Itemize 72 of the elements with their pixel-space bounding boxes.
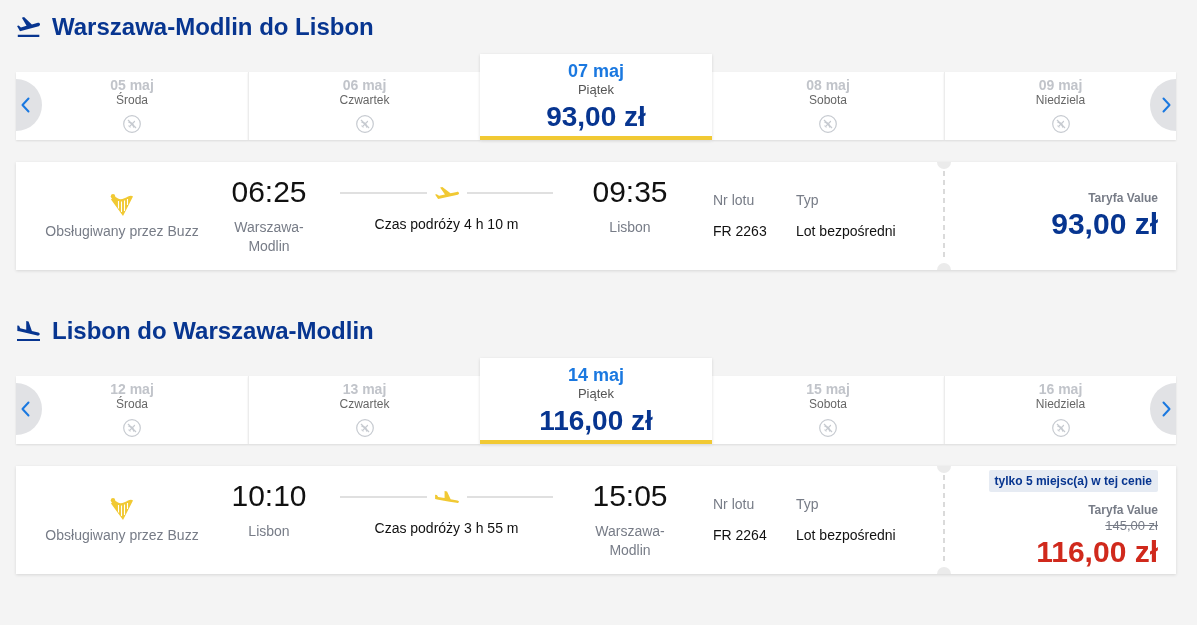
departure-time: 06:25 xyxy=(231,174,307,210)
flight-card[interactable]: Obsługiwany przez Buzz 06:25 Warszawa-Modlin Czas podróży 4 h 10 m 09:35 Lisbon Nr lotu FR 2263 Typ Lot bezpośredni Taryfa Value 93,00 zł xyxy=(16,162,1176,270)
flight-type: Lot bezpośredni xyxy=(796,526,896,545)
no-flight-icon xyxy=(123,115,141,133)
tab-weekday: Niedziela xyxy=(1035,93,1086,107)
no-flight-icon xyxy=(123,419,141,437)
flight-card[interactable]: Obsługiwany przez Buzz 10:10 Lisbon Czas podróży 3 h 55 m 15:05 Warszawa-Modlin Nr lotu FR 2264 Typ Lot bezpośredni tylko 5 miejsc(a) w tej cenie Taryfa Value 145,00 zł 116,00 zł xyxy=(16,466,1176,574)
flight-type: Lot bezpośredni xyxy=(796,222,896,241)
tab-weekday: Środa xyxy=(116,93,148,107)
tab-price: 93,00 zł xyxy=(546,100,646,134)
tab-date: 14 maj xyxy=(567,364,624,386)
harp-icon xyxy=(110,193,134,217)
fare-price: 116,00 zł xyxy=(1036,534,1158,570)
seats-left-badge: tylko 5 miejsc(a) w tej cenie xyxy=(988,470,1158,492)
duration-label: Czas podróży 4 h 10 m xyxy=(373,215,520,234)
chevron-left-icon xyxy=(21,401,30,417)
flight-number: FR 2263 xyxy=(713,222,767,241)
landing-icon xyxy=(17,321,40,341)
tab-date: 06 maj xyxy=(342,77,387,93)
tab-weekday: Sobota xyxy=(808,397,847,411)
flight-number: FR 2264 xyxy=(713,526,767,545)
date-tab[interactable]: 07 maj Piątek 93,00 zł xyxy=(480,54,712,140)
operator-label: Obsługiwany przez Buzz xyxy=(45,526,199,545)
operator-label: Obsługiwany przez Buzz xyxy=(45,222,199,241)
tab-weekday: Czwartek xyxy=(339,93,390,107)
no-flight-icon xyxy=(819,419,837,437)
flight-number-label: Nr lotu xyxy=(713,495,755,514)
no-flight-icon xyxy=(819,115,837,133)
section-title: Lisbon do Warszawa-Modlin xyxy=(52,316,374,346)
tab-date: 12 maj xyxy=(110,381,154,397)
fare-name: Taryfa Value xyxy=(1088,190,1158,206)
tab-price: 116,00 zł xyxy=(539,404,653,438)
flight-type-label: Typ xyxy=(796,495,819,514)
arrival-time: 15:05 xyxy=(592,478,668,514)
chevron-right-icon xyxy=(1162,97,1171,113)
no-flight-icon xyxy=(355,419,374,437)
plane-icon xyxy=(434,491,459,503)
tab-date: 08 maj xyxy=(806,77,850,93)
tab-date: 09 maj xyxy=(1038,77,1083,93)
tab-date: 16 maj xyxy=(1038,381,1083,397)
chevron-left-icon xyxy=(21,97,30,113)
arrival-time: 09:35 xyxy=(592,174,668,210)
no-flight-icon xyxy=(1051,419,1070,437)
tab-date: 05 maj xyxy=(110,77,154,93)
fare-price: 93,00 zł xyxy=(1051,206,1158,242)
chevron-right-icon xyxy=(1162,401,1171,417)
departure-city: Lisbon xyxy=(248,522,290,541)
no-flight-icon xyxy=(1051,115,1070,133)
arrival-city: Warszawa-Modlin xyxy=(594,522,666,560)
section-title: Warszawa-Modlin do Lisbon xyxy=(52,12,374,42)
tab-weekday: Środa xyxy=(116,397,148,411)
arrival-city: Lisbon xyxy=(609,218,651,237)
tab-weekday: Piątek xyxy=(577,82,615,98)
flight-number-label: Nr lotu xyxy=(713,191,755,210)
tab-date: 15 maj xyxy=(806,381,850,397)
departure-city: Warszawa-Modlin xyxy=(233,218,305,256)
no-flight-icon xyxy=(355,115,374,133)
duration-label: Czas podróży 3 h 55 m xyxy=(373,519,520,538)
tab-weekday: Sobota xyxy=(808,93,847,107)
tab-date: 13 maj xyxy=(342,381,387,397)
tab-weekday: Niedziela xyxy=(1035,397,1086,411)
harp-icon xyxy=(110,497,134,521)
departure-time: 10:10 xyxy=(231,478,307,514)
tab-weekday: Piątek xyxy=(577,386,615,402)
fare-name: Taryfa Value xyxy=(1088,502,1158,518)
tab-date: 07 maj xyxy=(567,60,624,82)
original-price: 145,00 zł xyxy=(1105,518,1158,534)
tab-weekday: Czwartek xyxy=(339,397,390,411)
flight-type-label: Typ xyxy=(796,191,819,210)
plane-icon xyxy=(434,187,459,199)
takeoff-icon xyxy=(17,17,40,37)
date-tab[interactable]: 14 maj Piątek 116,00 zł xyxy=(480,358,712,444)
